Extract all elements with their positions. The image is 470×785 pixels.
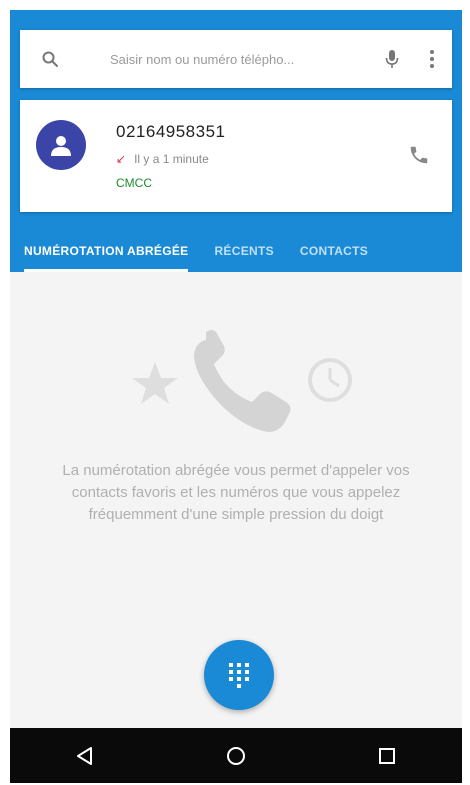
tab-recents[interactable]: RÉCENTS [214,230,273,272]
empty-state-message: La numérotation abrégée vous permet d'ap… [62,462,410,523]
recent-call-card[interactable]: 02164958351 ↙ Il y a 1 minute CMCC [20,100,452,212]
home-button[interactable] [206,728,266,783]
call-button[interactable] [404,140,434,170]
missed-call-icon: ↙ [116,152,127,166]
star-icon [132,362,178,404]
search-bar[interactable]: Saisir nom ou numéro télépho... [20,30,452,88]
search-icon[interactable] [20,50,80,68]
mic-icon[interactable] [372,49,412,69]
recent-call-meta: ↙ Il y a 1 minute [116,152,209,166]
dialer-header: Saisir nom ou numéro télépho... 02164958… [10,10,462,272]
recent-call-number: 02164958351 [116,122,226,141]
search-input[interactable]: Saisir nom ou numéro télépho... [80,52,372,67]
dialpad-button[interactable] [204,640,274,710]
phone-icon [410,146,428,164]
home-icon [226,746,245,765]
tab-contacts[interactable]: CONTACTS [300,230,368,272]
recents-button[interactable] [357,728,417,783]
dialpad-icon [229,663,249,688]
avatar [36,120,86,170]
recent-call-carrier: CMCC [116,176,152,190]
tab-bar: NUMÉROTATION ABRÉGÉE RÉCENTS CONTACTS [10,230,462,272]
recents-icon [378,747,395,764]
recent-call-time: Il y a 1 minute [134,152,209,166]
system-nav-bar [10,728,462,783]
back-button[interactable] [55,728,115,783]
more-vert-icon[interactable] [412,49,452,69]
dialer-screen: Saisir nom ou numéro télépho... 02164958… [10,10,462,783]
phone-icon [194,330,291,432]
clock-icon [308,358,352,402]
tab-speed-dial[interactable]: NUMÉROTATION ABRÉGÉE [24,230,189,272]
back-icon [77,746,93,765]
empty-state-illustration [132,330,352,432]
person-icon [51,136,71,156]
